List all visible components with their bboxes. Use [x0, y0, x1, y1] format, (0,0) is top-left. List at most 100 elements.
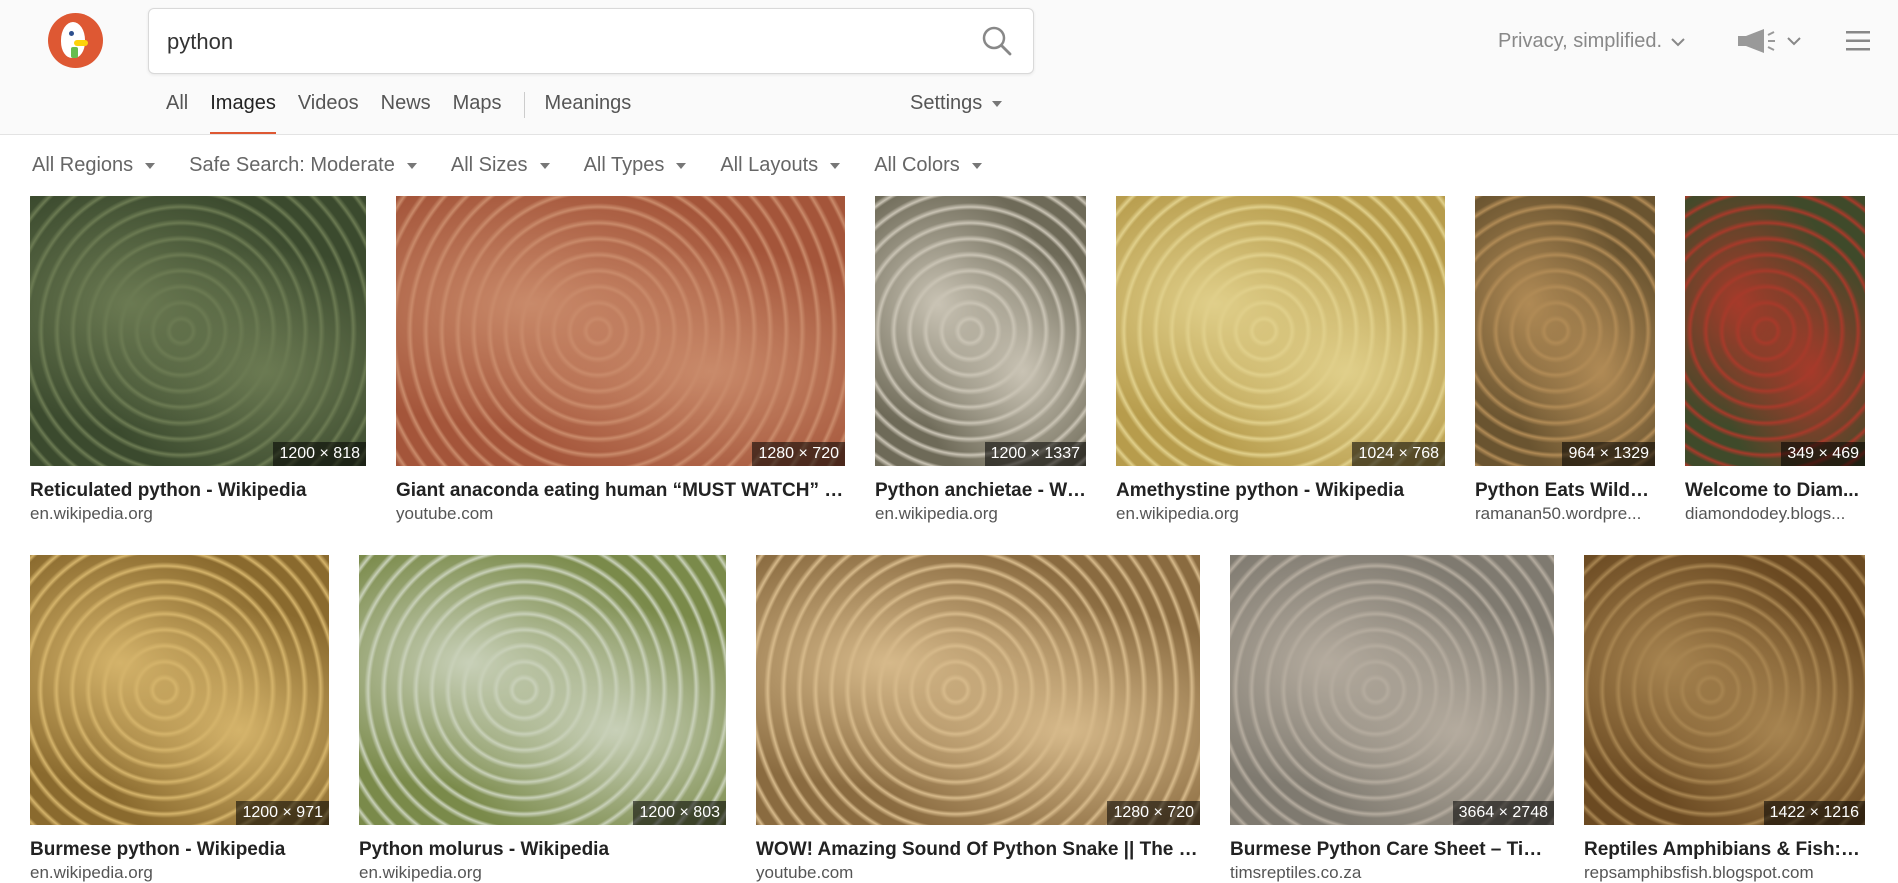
image-thumbnail[interactable]: 1024 × 768: [1116, 196, 1445, 466]
caret-down-icon: [539, 162, 550, 169]
image-thumbnail[interactable]: 1280 × 720: [396, 196, 845, 466]
tab-videos[interactable]: Videos: [298, 92, 359, 134]
image-title[interactable]: Python anchietae - Wi...: [875, 480, 1086, 502]
filter-region[interactable]: All Regions: [32, 154, 156, 177]
image-source[interactable]: en.wikipedia.org: [1116, 504, 1445, 524]
search-type-tabs: All Images Videos News Maps Meanings: [166, 92, 653, 134]
filter-type[interactable]: All Types: [584, 154, 687, 177]
image-title[interactable]: WOW! Amazing Sound Of Python Snake || Th…: [756, 839, 1200, 861]
caret-down-icon: [830, 162, 841, 169]
image-title[interactable]: Welcome to Diam...: [1685, 480, 1865, 502]
image-title[interactable]: Reticulated python - Wikipedia: [30, 480, 366, 502]
image-filters: All Regions Safe Search: Moderate All Si…: [32, 154, 1016, 177]
megaphone-icon: [1738, 29, 1775, 53]
image-title[interactable]: Amethystine python - Wikipedia: [1116, 480, 1445, 502]
image-dimensions: 964 × 1329: [1562, 442, 1655, 466]
image-dimensions: 349 × 469: [1781, 442, 1865, 466]
image-result[interactable]: 964 × 1329 Python Eats Wilde... ramanan5…: [1475, 196, 1655, 528]
filter-label: All Types: [583, 154, 665, 176]
image-source[interactable]: timsreptiles.co.za: [1230, 863, 1554, 883]
image-result[interactable]: 1280 × 720 WOW! Amazing Sound Of Python …: [756, 555, 1200, 882]
image-source[interactable]: youtube.com: [396, 504, 845, 524]
image-source[interactable]: repsamphibsfish.blogspot.com: [1584, 863, 1865, 883]
image-dimensions: 1024 × 768: [1352, 442, 1445, 466]
image-thumbnail[interactable]: 1280 × 720: [756, 555, 1200, 825]
image-source[interactable]: diamondodey.blogs...: [1685, 504, 1865, 524]
image-thumbnail[interactable]: 1200 × 971: [30, 555, 329, 825]
image-dimensions: 1280 × 720: [752, 442, 845, 466]
image-result[interactable]: 1200 × 818 Reticulated python - Wikipedi…: [30, 196, 366, 528]
filter-label: Safe Search: Moderate: [189, 154, 395, 176]
image-dimensions: 1200 × 803: [633, 801, 726, 825]
privacy-dropdown[interactable]: Privacy, simplified.: [1498, 30, 1686, 53]
duckduckgo-logo[interactable]: [48, 13, 103, 68]
filter-layout[interactable]: All Layouts: [720, 154, 841, 177]
tab-news[interactable]: News: [381, 92, 431, 134]
tab-images[interactable]: Images: [210, 92, 276, 134]
settings-label: Settings: [910, 92, 983, 114]
tab-maps[interactable]: Maps: [453, 92, 502, 134]
caret-down-icon: [971, 162, 982, 169]
image-thumbnail[interactable]: 1200 × 803: [359, 555, 726, 825]
image-title[interactable]: Giant anaconda eating human “MUST WATCH”…: [396, 480, 845, 502]
image-result[interactable]: 1200 × 803 Python molurus - Wikipedia en…: [359, 555, 726, 882]
filter-safe-search[interactable]: Safe Search: Moderate: [189, 154, 417, 177]
settings-dropdown[interactable]: Settings: [910, 92, 1003, 115]
filter-color[interactable]: All Colors: [874, 154, 982, 177]
image-dimensions: 1200 × 971: [236, 801, 329, 825]
image-source[interactable]: en.wikipedia.org: [875, 504, 1086, 524]
chevron-down-icon: [1787, 37, 1801, 46]
image-thumbnail[interactable]: 1200 × 1337: [875, 196, 1086, 466]
image-dimensions: 1280 × 720: [1107, 801, 1200, 825]
image-dimensions: 1200 × 1337: [984, 442, 1086, 466]
chevron-down-icon: [1671, 37, 1685, 46]
caret-down-icon: [992, 100, 1003, 107]
duck-eye-icon: [69, 31, 74, 36]
image-result[interactable]: 1200 × 1337 Python anchietae - Wi... en.…: [875, 196, 1086, 528]
image-source[interactable]: ramanan50.wordpre...: [1475, 504, 1655, 524]
image-result[interactable]: 1024 × 768 Amethystine python - Wikipedi…: [1116, 196, 1445, 528]
duck-beak-icon: [74, 40, 88, 46]
image-title[interactable]: Burmese Python Care Sheet – Tim'...: [1230, 839, 1554, 861]
image-source[interactable]: en.wikipedia.org: [359, 863, 726, 883]
image-dimensions: 3664 × 2748: [1452, 801, 1554, 825]
image-dimensions: 1200 × 818: [273, 442, 366, 466]
image-title[interactable]: Python molurus - Wikipedia: [359, 839, 726, 861]
search-icon[interactable]: [981, 25, 1013, 57]
filter-label: All Sizes: [450, 154, 528, 176]
image-source[interactable]: en.wikipedia.org: [30, 504, 366, 524]
tab-divider: [523, 92, 525, 118]
tab-meanings[interactable]: Meanings: [545, 92, 632, 134]
filter-label: All Regions: [32, 154, 134, 176]
image-result[interactable]: 1280 × 720 Giant anaconda eating human “…: [396, 196, 845, 528]
image-thumbnail[interactable]: 3664 × 2748: [1230, 555, 1554, 825]
image-thumbnail[interactable]: 1422 × 1216: [1584, 555, 1865, 825]
caret-down-icon: [676, 162, 687, 169]
header: Privacy, simplified. All Images Videos N…: [0, 0, 1898, 135]
image-result[interactable]: 349 × 469 Welcome to Diam... diamondodey…: [1685, 196, 1865, 528]
caret-down-icon: [406, 162, 417, 169]
filter-label: All Colors: [874, 154, 960, 176]
image-dimensions: 1422 × 1216: [1763, 801, 1865, 825]
image-result[interactable]: 1422 × 1216 Reptiles Amphibians & Fish: …: [1584, 555, 1865, 882]
image-result[interactable]: 1200 × 971 Burmese python - Wikipedia en…: [30, 555, 329, 882]
image-title[interactable]: Python Eats Wilde...: [1475, 480, 1655, 502]
image-thumbnail[interactable]: 349 × 469: [1685, 196, 1865, 466]
image-thumbnail[interactable]: 964 × 1329: [1475, 196, 1655, 466]
caret-down-icon: [145, 162, 156, 169]
search-input[interactable]: [165, 9, 949, 75]
duck-tie-icon: [71, 47, 78, 58]
filter-size[interactable]: All Sizes: [451, 154, 550, 177]
image-thumbnail[interactable]: 1200 × 818: [30, 196, 366, 466]
image-title[interactable]: Reptiles Amphibians & Fish: H...: [1584, 839, 1865, 861]
image-source[interactable]: en.wikipedia.org: [30, 863, 329, 883]
tab-all[interactable]: All: [166, 92, 188, 134]
megaphone-dropdown[interactable]: [1736, 27, 1802, 55]
image-source[interactable]: youtube.com: [756, 863, 1200, 883]
privacy-label: Privacy, simplified.: [1498, 30, 1663, 52]
filter-label: All Layouts: [720, 154, 819, 176]
hamburger-menu-icon[interactable]: [1846, 30, 1870, 52]
image-title[interactable]: Burmese python - Wikipedia: [30, 839, 329, 861]
search-box: [148, 8, 1034, 75]
image-result[interactable]: 3664 × 2748 Burmese Python Care Sheet – …: [1230, 555, 1554, 882]
